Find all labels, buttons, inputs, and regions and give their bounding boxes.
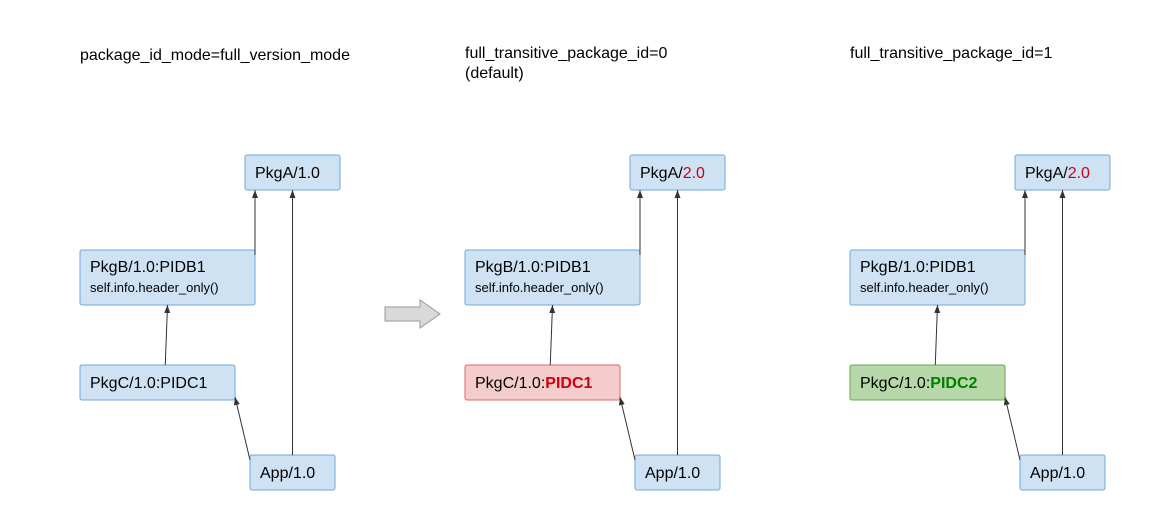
arrow-app-c (620, 397, 635, 460)
pkgA-label: PkgA/2.0 (640, 165, 705, 182)
app-label: App/1.0 (260, 465, 315, 482)
arrow-app-c (235, 397, 250, 460)
pkgB-line1: PkgB/1.0:PIDB1 (90, 259, 206, 276)
arrow-app-c (1005, 397, 1020, 460)
pkgC-label: PkgC/1.0:PIDC1 (475, 375, 592, 392)
title3: full_transitive_package_id=1 (850, 45, 1052, 62)
arrow-c-b (165, 305, 167, 365)
title2a: full_transitive_package_id=0 (465, 45, 667, 62)
app-label: App/1.0 (1030, 465, 1085, 482)
pkgB-line2: self.info.header_only() (90, 280, 219, 295)
pkgB-line1: PkgB/1.0:PIDB1 (860, 259, 976, 276)
transition-arrow (385, 300, 440, 328)
arrow-c-b (935, 305, 937, 365)
pkgA-label: PkgA/2.0 (1025, 165, 1090, 182)
pkgB-line2: self.info.header_only() (475, 280, 604, 295)
pkgB-line1: PkgB/1.0:PIDB1 (475, 259, 591, 276)
app-label: App/1.0 (645, 465, 700, 482)
pkgB-line2: self.info.header_only() (860, 280, 989, 295)
title1: package_id_mode=full_version_mode (80, 47, 350, 64)
title2b: (default) (465, 65, 524, 82)
pkgC-label: PkgC/1.0:PIDC2 (860, 375, 977, 392)
pkgC-label: PkgC/1.0:PIDC1 (90, 375, 207, 392)
pkgA-label: PkgA/1.0 (255, 165, 320, 182)
arrow-c-b (550, 305, 552, 365)
